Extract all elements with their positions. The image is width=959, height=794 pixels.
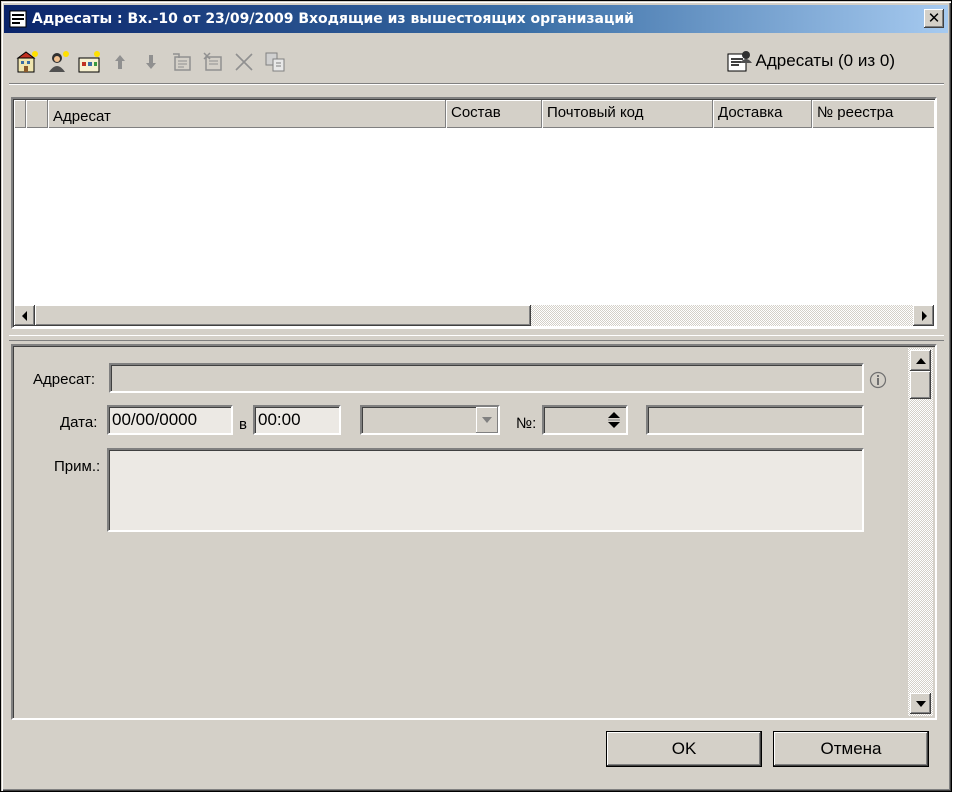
horizontal-scrollbar[interactable]	[14, 305, 934, 326]
toolbar-separator	[9, 83, 944, 85]
group-add-icon	[78, 51, 100, 73]
date-label: Дата:	[60, 414, 98, 431]
grid-header-mark[interactable]	[26, 100, 48, 128]
delivery-select[interactable]	[360, 405, 500, 435]
window-icon	[8, 9, 28, 29]
add-person-button[interactable]	[44, 48, 72, 76]
move-up-button[interactable]	[106, 48, 134, 76]
scroll-down-button[interactable]	[910, 693, 931, 714]
addressees-count-label: Адресаты (0 из 0)	[755, 51, 895, 70]
number-stepper[interactable]	[542, 405, 628, 435]
grid-header-indicator[interactable]	[14, 100, 26, 128]
grid-header-postal-code[interactable]: Почтовый код	[542, 100, 713, 128]
arrow-up-small-icon	[915, 357, 926, 364]
delivery-select-dropdown-button[interactable]	[476, 407, 498, 433]
note-textarea[interactable]	[107, 448, 864, 532]
arrow-right-icon	[921, 310, 927, 321]
ok-button[interactable]: OK	[606, 731, 762, 767]
person-add-icon	[49, 51, 69, 72]
vertical-scrollbar[interactable]	[908, 348, 933, 716]
building-add-icon	[16, 51, 38, 73]
scroll-right-button[interactable]	[913, 305, 934, 326]
addressee-label: Адресат:	[33, 371, 95, 388]
delete-button[interactable]	[230, 48, 258, 76]
addressees-count: Адресаты (0 из 0)	[726, 47, 895, 75]
addressees-grid[interactable]: Адресат Состав Почтовый код Доставка № р…	[11, 97, 937, 329]
add-organization-button[interactable]	[13, 48, 41, 76]
number-label: №:	[516, 415, 537, 432]
arrow-down-icon	[146, 55, 156, 69]
arrow-up-icon	[115, 55, 125, 69]
number-stepper-arrows[interactable]	[603, 408, 625, 432]
grid-header-registry-number[interactable]: № реестра	[812, 100, 934, 128]
clear-card-button[interactable]	[199, 48, 227, 76]
scroll-left-button[interactable]	[14, 305, 35, 326]
copy-icon	[265, 52, 285, 72]
delete-x-icon	[235, 53, 253, 71]
add-group-button[interactable]	[75, 48, 103, 76]
vertical-scroll-thumb[interactable]	[910, 371, 931, 399]
spin-up-down-icon	[608, 412, 620, 428]
addressee-field[interactable]	[109, 363, 864, 393]
horizontal-scroll-thumb[interactable]	[35, 305, 531, 326]
panel-splitter[interactable]	[9, 335, 944, 341]
grid-header-delivery[interactable]: Доставка	[713, 100, 812, 128]
card-edit-icon	[173, 53, 191, 71]
addressees-icon	[726, 49, 752, 73]
grid-header-addressee[interactable]: Адресат	[48, 100, 446, 128]
info-icon[interactable]	[869, 371, 887, 393]
note-label: Прим.:	[54, 458, 101, 475]
grid-body[interactable]	[14, 129, 934, 305]
close-icon: ✕	[927, 9, 941, 27]
card-clear-icon	[203, 52, 222, 71]
chevron-down-icon	[482, 417, 492, 423]
extra-field[interactable]	[646, 405, 864, 435]
window-title: Адресаты : Вх.-10 от 23/09/2009 Входящие…	[32, 11, 634, 27]
copy-button[interactable]	[261, 48, 289, 76]
arrow-left-icon	[21, 310, 27, 321]
move-down-button[interactable]	[137, 48, 165, 76]
title-bar[interactable]: Адресаты : Вх.-10 от 23/09/2009 Входящие…	[4, 5, 948, 33]
addressees-dialog: Адресаты : Вх.-10 от 23/09/2009 Входящие…	[0, 0, 952, 792]
scroll-up-button[interactable]	[910, 350, 931, 371]
time-field[interactable]: 00:00	[253, 405, 341, 435]
grid-header-composition[interactable]: Состав	[446, 100, 542, 128]
date-field[interactable]: 00/00/0000	[107, 405, 233, 435]
close-button[interactable]: ✕	[924, 9, 944, 28]
arrow-down-small-icon	[915, 700, 926, 707]
addressee-detail-panel: Адресат: Дата: 00/00/0000 в 00:00 №: При…	[11, 344, 937, 720]
toolbar: Адресаты (0 из 0)	[13, 43, 943, 81]
grid-header: Адресат Состав Почтовый код Доставка № р…	[14, 100, 934, 128]
time-prefix-label: в	[239, 416, 247, 433]
edit-card-button[interactable]	[168, 48, 196, 76]
cancel-button[interactable]: Отмена	[773, 731, 929, 767]
